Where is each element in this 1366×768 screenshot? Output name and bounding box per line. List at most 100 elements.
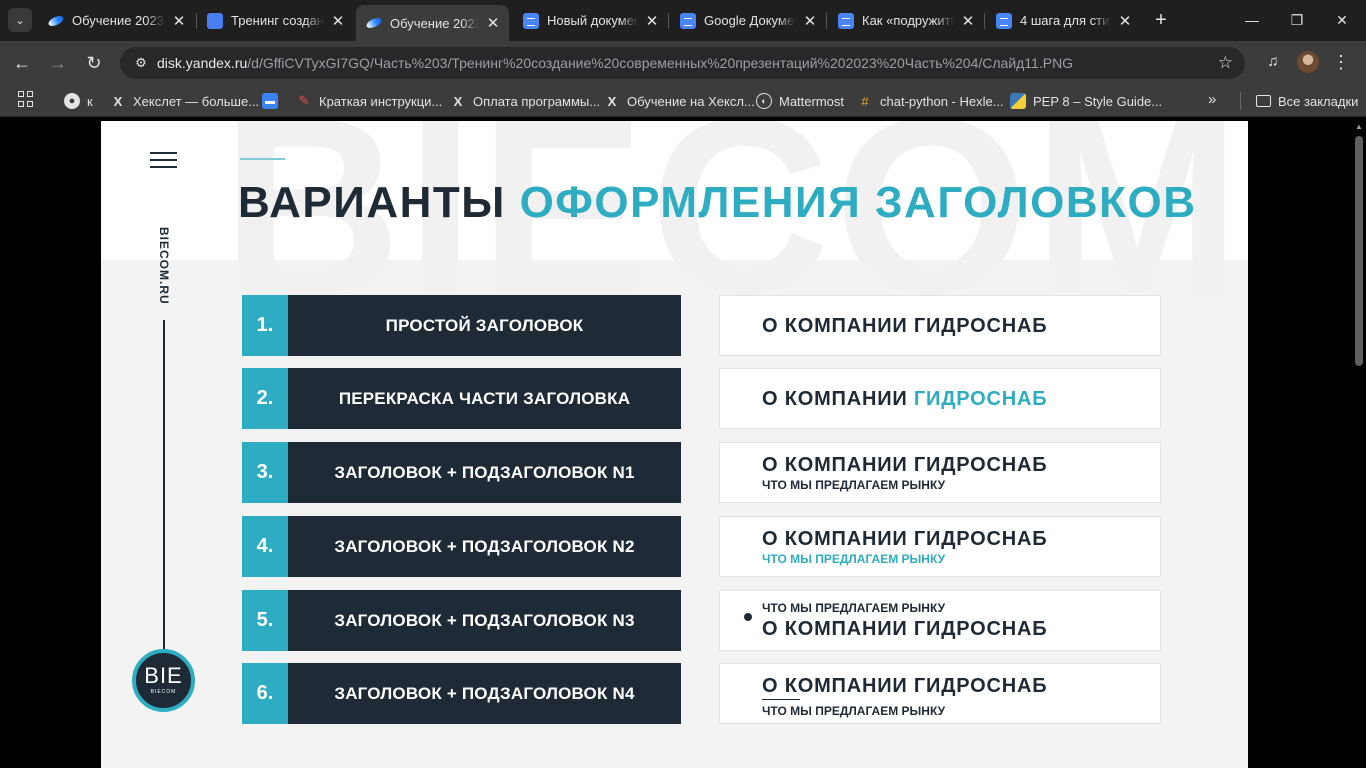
- close-icon[interactable]: ✕: [644, 12, 660, 30]
- yandex-disk-icon: [366, 15, 382, 31]
- forward-button[interactable]: →: [46, 52, 70, 74]
- apps-grid-icon[interactable]: [18, 91, 34, 107]
- tab-obuchenie-active[interactable]: Обучение 2023 ✕: [356, 5, 509, 41]
- bookmark-chat-python[interactable]: # chat-python - Hexle...: [857, 91, 1003, 111]
- variant-label: ЗАГОЛОВОК + ПОДЗАГОЛОВОК N3: [334, 610, 635, 630]
- example-row: О КОМПАНИИ ГИДРОСНАБ ЧТО МЫ ПРЕДЛАГАЕМ Р…: [719, 516, 1161, 577]
- tab-obuchenie-1[interactable]: Обучение 2023 ✕: [38, 6, 195, 35]
- docs-icon: [996, 12, 1012, 29]
- variant-row: 2. ПЕРЕКРАСКА ЧАСТИ ЗАГОЛОВКА: [242, 368, 681, 429]
- new-tab-button[interactable]: +: [1150, 9, 1172, 31]
- example-heading: О КОМПАНИИ ГИДРОСНАБ: [762, 618, 1048, 640]
- close-icon[interactable]: ✕: [330, 12, 346, 30]
- example-row: О КОМПАНИИ ГИДРОСНАБ ЧТО МЫ ПРЕДЛАГАЕМ Р…: [719, 442, 1161, 503]
- variant-number: 2.: [242, 368, 288, 429]
- bookmark-oplata[interactable]: Χ Оплата программы...: [450, 91, 600, 111]
- yandex-disk-icon: [48, 13, 64, 29]
- globe-icon: ●: [64, 93, 80, 109]
- close-icon[interactable]: ✕: [485, 14, 501, 32]
- scrollbar-thumb[interactable]: [1355, 136, 1363, 366]
- vertical-line: [163, 320, 165, 650]
- example-heading: О КОМПАНИИ ГИДРОСНАБ: [762, 528, 1048, 550]
- example-row: О КОМПАНИИ ГИДРОСНАБ ЧТО МЫ ПРЕДЛАГАЕМ Р…: [719, 663, 1161, 724]
- chevron-double-right-icon[interactable]: »: [1208, 91, 1216, 108]
- bookmark-k[interactable]: ● к: [64, 91, 93, 111]
- back-button[interactable]: ←: [10, 52, 34, 74]
- minimize-button[interactable]: —: [1240, 9, 1264, 31]
- bookmark-mattermost[interactable]: ◐ Mattermost: [756, 91, 844, 111]
- heading-underline: [762, 699, 800, 700]
- media-control-icon[interactable]: ♫: [1262, 51, 1284, 73]
- example-subheading: ЧТО МЫ ПРЕДЛАГАЕМ РЫНКУ: [762, 478, 946, 492]
- browser-toolbar: ← → ↻ ⚙ disk.yandex.ru/d/GffiCVTyxGI7GQ/…: [0, 41, 1366, 85]
- hexlet-icon: Χ: [113, 93, 123, 109]
- tab-divider: [668, 13, 669, 29]
- close-icon[interactable]: ✕: [802, 12, 818, 30]
- bookmark-obuchenie-hexlet[interactable]: Χ Обучение на Хексл...: [604, 91, 755, 111]
- bookmark-hexlet[interactable]: Χ Хекслет — больше...: [110, 91, 259, 111]
- tab-title: Обучение 2023: [72, 13, 164, 28]
- tab-search-button[interactable]: ⌄: [8, 8, 32, 32]
- address-bar[interactable]: ⚙ disk.yandex.ru/d/GffiCVTyxGI7GQ/Часть%…: [120, 47, 1245, 79]
- tab-title: 4 шага для стиля: [1020, 13, 1111, 28]
- variant-number: 3.: [242, 442, 288, 503]
- variant-label: ПРОСТОЙ ЗАГОЛОВОК: [385, 315, 584, 335]
- example-heading: О КОМПАНИИ ГИДРОСНАБ: [762, 675, 1048, 697]
- tab-title: Google Документы: [704, 13, 796, 28]
- chat-icon: ▬: [262, 93, 278, 109]
- url-text[interactable]: disk.yandex.ru/d/GffiCVTyxGI7GQ/Часть%20…: [157, 55, 1073, 71]
- close-icon[interactable]: ✕: [960, 12, 976, 30]
- docs-icon: [680, 12, 696, 29]
- tab-4-shaga[interactable]: 4 шага для стиля ✕: [986, 6, 1141, 35]
- restore-button[interactable]: ❐: [1285, 9, 1309, 31]
- variant-label: ЗАГОЛОВОК + ПОДЗАГОЛОВОК N1: [334, 462, 635, 482]
- variant-number: 6.: [242, 663, 288, 724]
- close-icon[interactable]: ✕: [171, 12, 187, 30]
- reload-button[interactable]: ↻: [82, 52, 106, 74]
- variant-row: 6. ЗАГОЛОВОК + ПОДЗАГОЛОВОК N4: [242, 663, 681, 724]
- slide-image: BIECOM BIECOM.RU BIE BIECOM ВАРИАНТЫ ОФО…: [101, 121, 1248, 768]
- variant-row: 1. ПРОСТОЙ ЗАГОЛОВОК: [242, 295, 681, 356]
- all-bookmarks[interactable]: Все закладки: [1256, 91, 1358, 111]
- close-window-button[interactable]: ✕: [1330, 9, 1354, 31]
- site-info-icon[interactable]: ⚙: [130, 55, 152, 71]
- example-row: О КОМПАНИИ ГИДРОСНАБ: [719, 295, 1161, 356]
- variant-row: 4. ЗАГОЛОВОК + ПОДЗАГОЛОВОК N2: [242, 516, 681, 577]
- tab-title: Как «подружить»: [862, 13, 954, 28]
- tab-divider: [826, 13, 827, 29]
- tab-title: Тренинг создание: [231, 13, 324, 28]
- scrollbar[interactable]: ▲: [1352, 118, 1366, 768]
- tab-new-doc[interactable]: Новый документ ✕: [513, 6, 668, 35]
- slack-icon: #: [861, 93, 869, 109]
- variant-number: 1.: [242, 295, 288, 356]
- profile-avatar[interactable]: [1297, 51, 1319, 73]
- variant-row: 3. ЗАГОЛОВОК + ПОДЗАГОЛОВОК N1: [242, 442, 681, 503]
- menu-icon[interactable]: ⋮: [1330, 51, 1352, 73]
- example-heading: О КОМПАНИИ ГИДРОСНАБ: [762, 388, 1048, 410]
- variant-number: 5.: [242, 590, 288, 651]
- example-subheading: ЧТО МЫ ПРЕДЛАГАЕМ РЫНКУ: [762, 552, 946, 566]
- hamburger-icon: [150, 152, 177, 168]
- bookmark-pep8[interactable]: PEP 8 – Style Guide...: [1010, 91, 1162, 111]
- variant-number: 4.: [242, 516, 288, 577]
- tab-google-docs[interactable]: Google Документы ✕: [670, 6, 826, 35]
- example-row: ЧТО МЫ ПРЕДЛАГАЕМ РЫНКУ О КОМПАНИИ ГИДРО…: [719, 590, 1161, 651]
- scroll-up-icon[interactable]: ▲: [1355, 122, 1363, 131]
- slides-icon: [207, 12, 223, 29]
- title-accent: ОФОРМЛЕНИЯ ЗАГОЛОВКОВ: [519, 178, 1197, 227]
- hexlet-icon: Χ: [607, 93, 617, 109]
- variant-row: 5. ЗАГОЛОВОК + ПОДЗАГОЛОВОК N3: [242, 590, 681, 651]
- title-dark: ВАРИАНТЫ: [238, 178, 506, 227]
- tab-title: Новый документ: [547, 13, 638, 28]
- bookmark-kratkaya[interactable]: ✎ Краткая инструкци...: [296, 91, 443, 111]
- tab-divider: [984, 13, 985, 29]
- bookmark-chat[interactable]: ▬: [262, 91, 285, 111]
- tab-strip: ⌄ Обучение 2023 ✕ Тренинг создание ✕ Обу…: [0, 0, 1366, 41]
- variant-label: ЗАГОЛОВОК + ПОДЗАГОЛОВОК N4: [334, 683, 635, 703]
- close-icon[interactable]: ✕: [1117, 12, 1133, 30]
- pin-icon: ✎: [298, 93, 310, 108]
- tab-trening[interactable]: Тренинг создание ✕: [197, 6, 354, 35]
- tab-kak-podruzhit[interactable]: Как «подружить» ✕: [828, 6, 984, 35]
- bookmark-star-icon[interactable]: ☆: [1218, 53, 1233, 73]
- variant-label: ПЕРЕКРАСКА ЧАСТИ ЗАГОЛОВКА: [338, 388, 631, 408]
